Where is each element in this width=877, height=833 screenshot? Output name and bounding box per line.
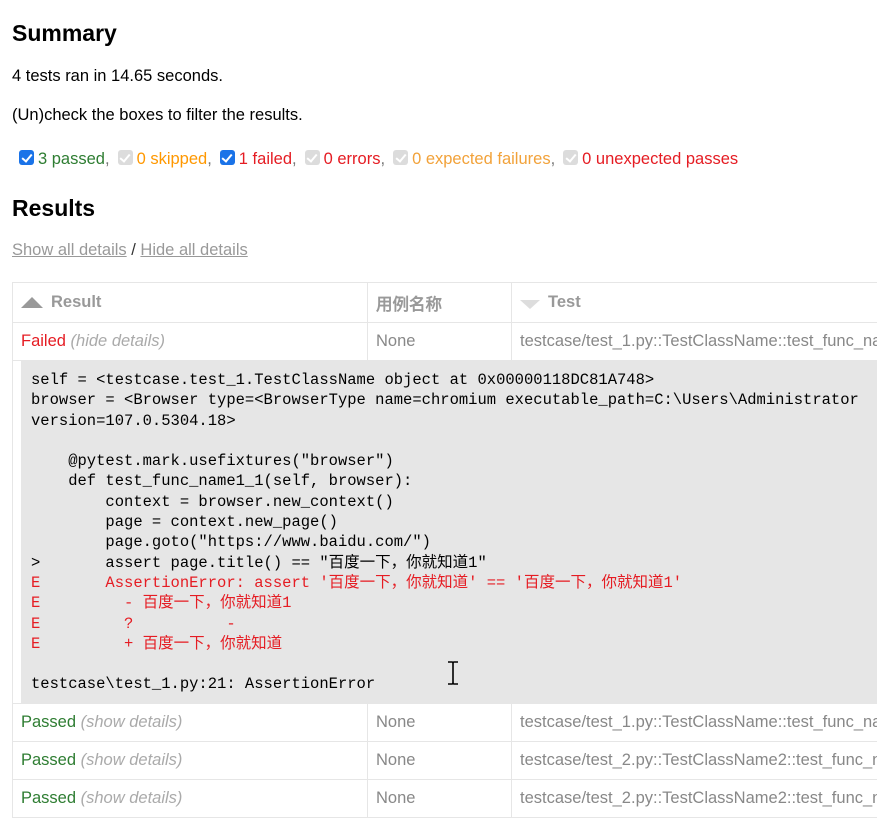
log-line: > assert page.title() == "百度一下，你就知道1" [31,553,487,572]
result-cell: Passed (show details) [12,778,368,818]
filter-failed: 1 failed, [219,150,297,169]
result-cell: Failed (hide details) [12,322,368,361]
filter-xfail: 0 expected failures, [393,150,555,169]
filter-instructions: (Un)check the boxes to filter the result… [12,106,303,124]
log-line: context = browser.new_context() [31,492,394,511]
case-name-cell: None [367,702,512,742]
filter-checkbox[interactable] [117,150,133,165]
table-row: Passed (show details) None testcase/test… [12,702,877,742]
result-status: Failed [21,332,66,350]
case-name-header-label: 用例名称 [376,295,442,314]
run-summary-text: 4 tests ran in 14.65 seconds. [12,67,223,85]
log-cell: self = <testcase.test_1.TestClassName ob… [12,360,877,704]
filter-checkbox[interactable] [219,150,235,165]
summary-heading: Summary [12,20,117,46]
log-line: version=107.0.5304.18> [31,411,236,430]
log-line: browser = <Browser type=<BrowserType nam… [31,391,859,410]
filter-checkbox[interactable] [304,150,320,165]
log-row: self = <testcase.test_1.TestClassName ob… [12,360,877,704]
case-name-cell: None [367,778,512,818]
hide-all-details-link[interactable]: Hide all details [140,241,247,259]
result-cell: Passed (show details) [12,702,368,742]
filter-xpass: 0 unexpected passes [563,150,738,169]
filter-label: 0 expected failures [412,150,551,168]
result-filters: 3 passed, 0 skipped, 1 failed, 0 errors, 0 e… [19,150,746,169]
log-line: @pytest.mark.usefixtures("browser") [31,452,394,471]
filter-label: 0 errors [323,150,381,168]
result-header-label: Result [51,293,102,311]
filter-label: 1 failed [238,150,293,168]
filter-separator: , [550,150,556,168]
filter-skipped: 0 skipped, [117,150,212,169]
test-header-label: Test [548,293,581,311]
test-id-cell: testcase/test_2.py::TestClassName2::test… [511,778,877,818]
filter-checkbox[interactable] [393,150,409,165]
log-line: def test_func_name1_1(self, browser): [31,472,413,491]
sort-inactive-icon [520,300,540,309]
table-header-row: Result 用例名称 Test [12,282,877,323]
text-cursor-icon [448,661,458,685]
filter-separator: , [104,150,110,168]
log-line: E + 百度一下，你就知道 [31,634,283,653]
table-row: Passed (show details) None testcase/test… [12,740,877,780]
filter-label: 3 passed [38,150,105,168]
result-column-header[interactable]: Result [12,282,368,323]
show-all-details-link[interactable]: Show all details [12,241,127,259]
test-id-cell: testcase/test_1.py::TestClassName::test_… [511,702,877,742]
test-id-cell: testcase/test_1.py::TestClassName::test_… [511,322,877,361]
filter-separator: , [292,150,297,168]
toggle-details-link[interactable]: (show details) [81,789,183,807]
sort-ascending-icon [21,297,43,308]
log-line: E ? - [31,614,236,633]
result-status: Passed [21,712,77,731]
results-table: Result 用例名称 Test Failed (hide details) N… [12,282,877,818]
filter-passed: 3 passed, [19,150,110,169]
test-id-cell: testcase/test_2.py::TestClassName2::test… [511,740,877,780]
filter-label: 0 unexpected passes [582,150,739,168]
filter-separator: , [207,150,212,168]
toggle-details-link[interactable]: (show details) [81,751,183,769]
result-status: Passed [21,750,77,769]
filter-checkbox[interactable] [563,150,579,165]
log-line: self = <testcase.test_1.TestClassName ob… [31,371,655,389]
filter-checkbox[interactable] [19,150,34,165]
test-column-header[interactable]: Test [511,282,877,323]
toggle-details-link[interactable]: (show details) [81,713,183,731]
result-status: Passed [21,788,77,807]
toggle-details-link[interactable]: (hide details) [71,332,165,350]
log-line: page.goto("https://www.baidu.com/") [31,533,431,552]
detail-toggle-links: Show all details / Hide all details [12,241,248,260]
log-line: page = context.new_page() [31,513,338,532]
table-row: Passed (show details) None testcase/test… [12,778,877,818]
case-name-cell: None [367,322,512,361]
failure-log: self = <testcase.test_1.TestClassName ob… [21,361,877,703]
filter-separator: , [380,150,386,168]
log-line: E - 百度一下，你就知道1 [31,594,292,613]
filter-label: 0 skipped [136,150,208,168]
table-row: Failed (hide details) None testcase/test… [12,322,877,361]
case-name-cell: None [367,740,512,780]
case-name-column-header[interactable]: 用例名称 [367,282,512,323]
log-line: ​ [31,431,874,451]
filter-error: 0 errors, [304,150,386,169]
link-separator: / [126,241,141,259]
log-line: E AssertionError: assert '百度一下，你就知道' == … [31,573,683,592]
result-cell: Passed (show details) [12,740,368,780]
results-heading: Results [12,195,96,221]
